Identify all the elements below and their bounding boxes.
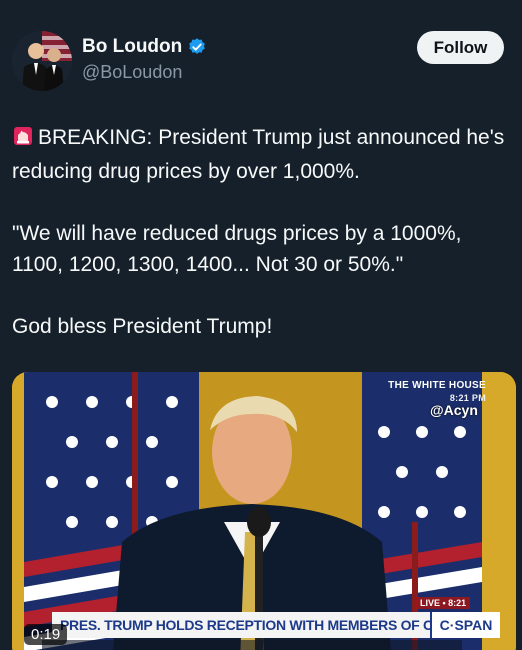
- author-display-name[interactable]: Bo Loudon: [82, 36, 182, 58]
- avatar[interactable]: [12, 31, 72, 91]
- video-watermark: @Acyn: [430, 402, 478, 418]
- video-duration-badge: 0:19: [24, 624, 68, 645]
- network-badge-label: THE WHITE HOUSE: [388, 380, 486, 391]
- live-label: LIVE • 8:21: [416, 597, 471, 609]
- tweet-header: Bo Loudon @BoLoudon Follow: [0, 0, 522, 100]
- tweet-paragraph-3: God bless President Trump!: [12, 315, 273, 338]
- chyron-network-logo: C·SPAN: [430, 612, 500, 638]
- video-player[interactable]: THE WHITE HOUSE 8:21 PM @Acyn LIVE • 8:2…: [12, 372, 516, 650]
- tweet-card: Bo Loudon @BoLoudon Follow BREAKING: Pre…: [0, 0, 522, 650]
- tweet-paragraph-1: BREAKING: President Trump just announced…: [12, 122, 512, 187]
- follow-button[interactable]: Follow: [417, 31, 504, 64]
- author-handle[interactable]: @BoLoudon: [82, 62, 182, 83]
- tweet-text: BREAKING: President Trump just announced…: [12, 122, 512, 373]
- verified-badge-icon: [187, 37, 207, 57]
- tweet-paragraph-2: "We will have reduced drugs prices by a …: [12, 222, 462, 276]
- news-chyron: PRES. TRUMP HOLDS RECEPTION WITH MEMBERS…: [52, 612, 500, 638]
- network-badge: THE WHITE HOUSE 8:21 PM: [388, 380, 486, 404]
- chyron-text: PRES. TRUMP HOLDS RECEPTION WITH MEMBERS…: [60, 617, 430, 633]
- author-name-line: Bo Loudon: [82, 36, 207, 58]
- tweet-line-1: BREAKING: President Trump just announced…: [12, 126, 505, 183]
- rotating-light-icon: [12, 125, 34, 156]
